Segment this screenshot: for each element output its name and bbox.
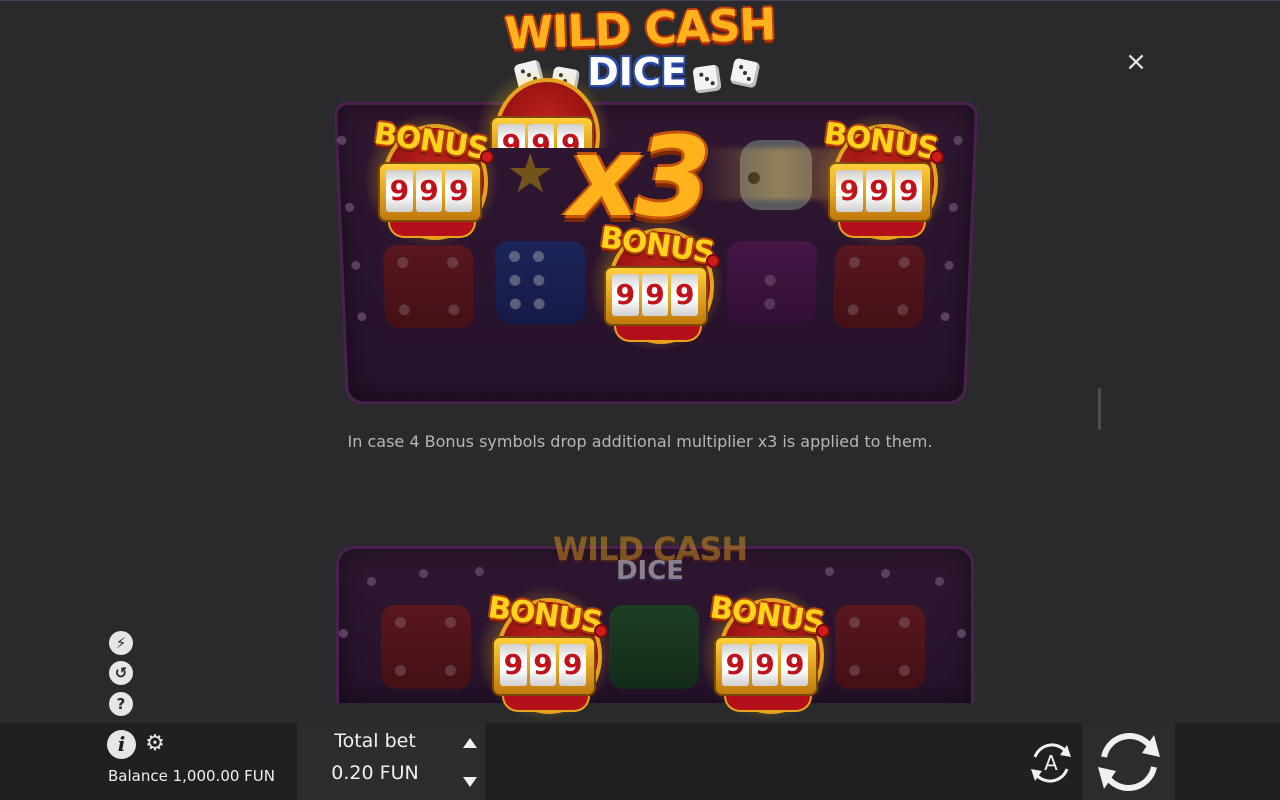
bonus-symbol: BONUS 999 — [582, 214, 732, 354]
bet-increase-arrow-icon[interactable] — [459, 733, 481, 753]
bonus-symbol: BONUS 999 — [356, 110, 506, 250]
balance-display: Balance 1,000.00 FUN — [108, 767, 275, 785]
total-bet-value: 0.20 FUN — [297, 762, 453, 784]
total-bet-label: Total bet — [297, 730, 453, 752]
spin-button[interactable] — [1094, 729, 1164, 795]
history-icon[interactable]: ↺ — [109, 661, 133, 685]
balance-label: Balance — [108, 767, 168, 785]
logo-die-icon — [692, 64, 721, 93]
autoplay-button[interactable]: A — [1025, 737, 1077, 789]
top-border — [0, 0, 1280, 1]
scrollbar-thumb[interactable] — [1098, 388, 1101, 430]
settings-gear-icon[interactable]: ⚙ — [144, 733, 166, 755]
info-button[interactable]: i — [107, 730, 136, 759]
bonus-symbol: BONUS 999 — [470, 584, 620, 724]
close-button[interactable]: × — [1122, 48, 1150, 76]
illustration-logo: WILD CASH DICE — [520, 530, 780, 586]
star-icon: ★ — [506, 142, 554, 205]
rule-caption: In case 4 Bonus symbols drop additional … — [0, 432, 1280, 451]
autoplay-letter: A — [1044, 751, 1058, 775]
bet-decrease-arrow-icon[interactable] — [459, 772, 481, 792]
logo-die-icon — [730, 58, 761, 89]
bonus-symbol: BONUS 999 — [692, 584, 842, 724]
help-icon[interactable]: ? — [109, 692, 133, 716]
balance-value: 1,000.00 FUN — [173, 767, 275, 785]
turbo-icon[interactable]: ⚡ — [109, 631, 133, 655]
